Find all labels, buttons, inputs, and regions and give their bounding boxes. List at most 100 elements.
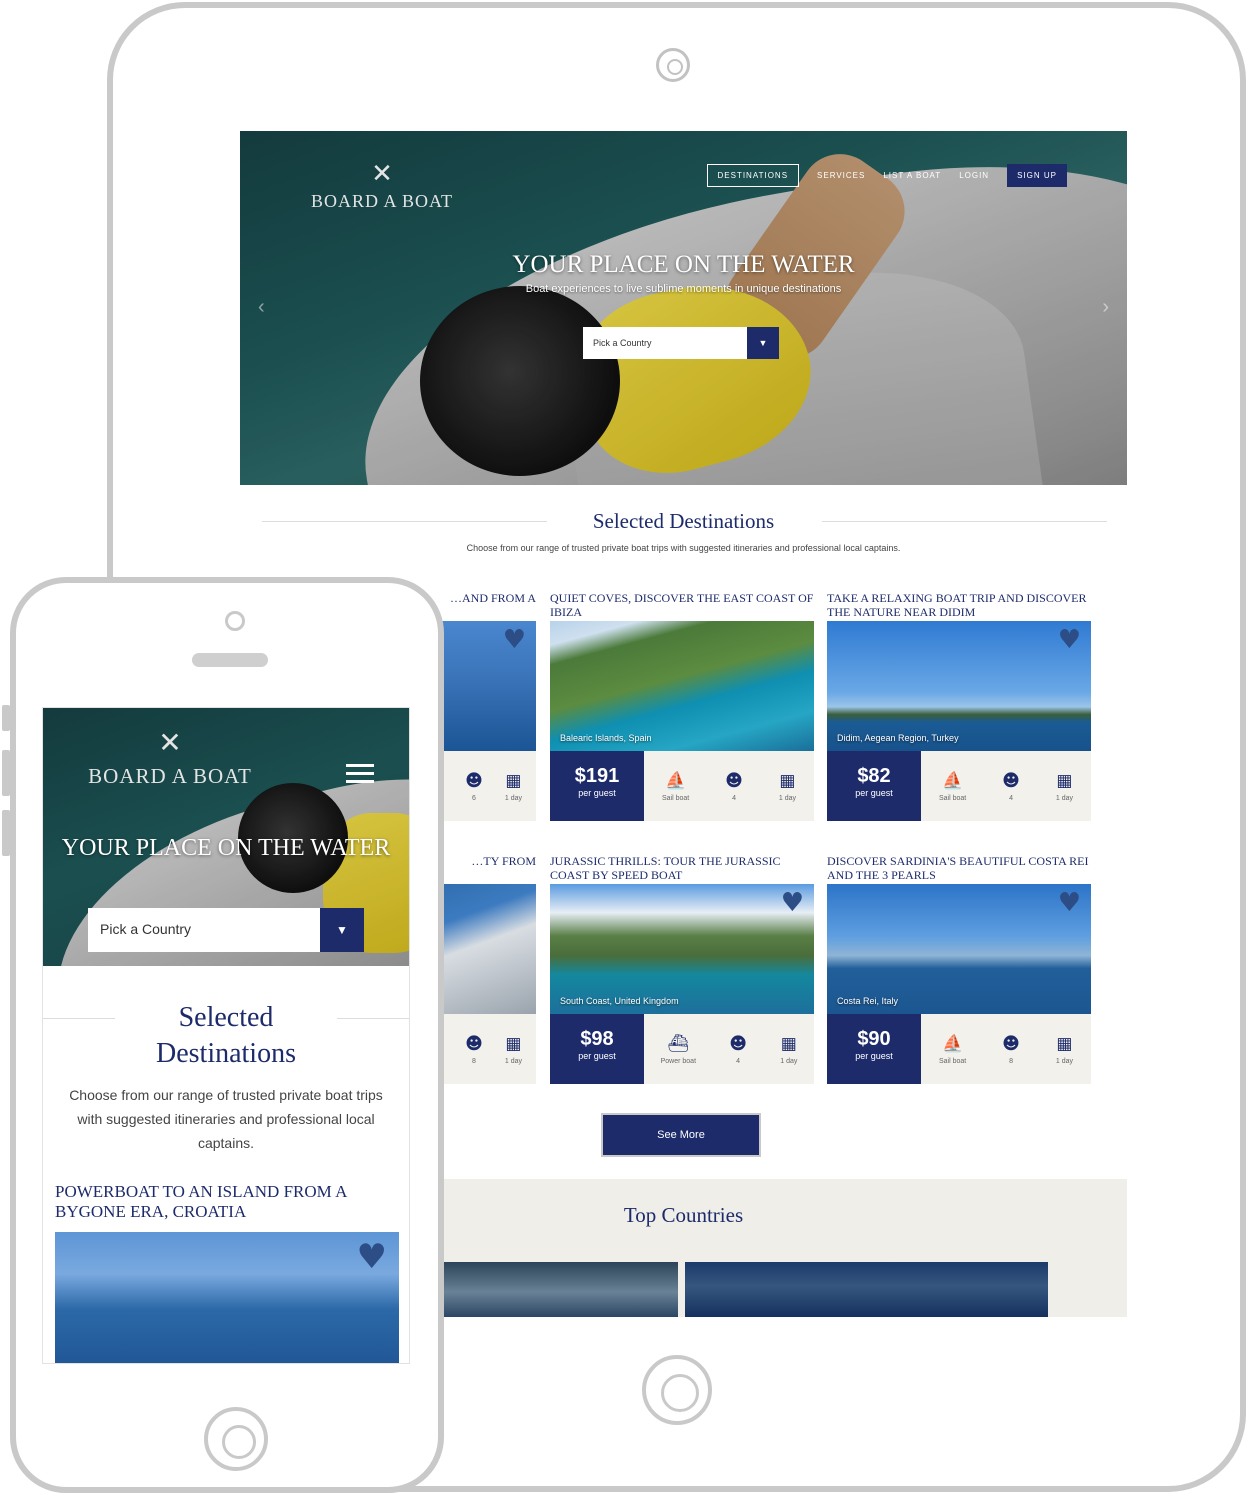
duration-feature: ▦ 1 day — [780, 1034, 797, 1065]
price-unit: per guest — [578, 1051, 616, 1061]
duration-feature: ▦ 1 day — [505, 1034, 522, 1065]
section-subtitle: Choose from our range of trusted private… — [466, 543, 901, 553]
price-box: $82 per guest — [827, 751, 921, 821]
feature-label: 4 — [732, 794, 736, 802]
card-features: ⛴ Power boat ☻ 4 ▦ 1 day — [644, 1014, 814, 1084]
captain-feature: ☻ 6 — [465, 771, 483, 802]
chevron-down-icon[interactable]: ▼ — [320, 908, 364, 952]
destination-card[interactable]: QUIET COVES, DISCOVER THE EAST COAST OF … — [550, 591, 814, 821]
powerboat-icon: ⛴ — [667, 1033, 690, 1054]
captain-icon: ☻ — [1002, 1033, 1020, 1054]
destination-card[interactable]: TAKE A RELAXING BOAT TRIP AND DISCOVER T… — [827, 591, 1091, 821]
captain-icon: ☻ — [465, 770, 483, 791]
duration-feature: ▦ 1 day — [505, 771, 522, 802]
phone-camera — [225, 611, 245, 631]
crossed-oars-icon: ✕ — [371, 159, 393, 189]
card-footer: $191 per guest ⛵ Sail boat ☻ 4 ▦ 1 day — [550, 751, 814, 821]
section-title: Selected Destinations — [592, 509, 775, 533]
feature-label: 1 day — [778, 794, 796, 802]
card-image[interactable]: ♥ South Coast, United Kingdom — [550, 884, 814, 1014]
feature-label: 1 day — [504, 1057, 522, 1065]
phone-home-button[interactable] — [204, 1407, 268, 1471]
duration-feature: ▦ 1 day — [779, 771, 796, 802]
country-select-placeholder: Pick a Country — [100, 921, 192, 937]
card-image[interactable]: ♥ Didim, Aegean Region, Turkey — [827, 621, 1091, 751]
feature-label: Power boat — [660, 1057, 697, 1065]
price-box: $98 per guest — [550, 1014, 644, 1084]
card-title[interactable]: TAKE A RELAXING BOAT TRIP AND DISCOVER T… — [827, 591, 1091, 621]
country-card[interactable] — [440, 1262, 678, 1317]
nav-list-a-boat[interactable]: LIST A BOAT — [883, 171, 941, 180]
feature-label: 1 day — [780, 1057, 798, 1065]
heart-icon[interactable]: ♥ — [781, 890, 804, 916]
logo-text: BOARD A BOAT — [88, 764, 252, 788]
feature-label: Sail boat — [661, 794, 690, 802]
feature-label: 8 — [1009, 1057, 1013, 1065]
captain-feature: ☻ 4 — [1002, 771, 1020, 802]
captain-icon: ☻ — [729, 1033, 747, 1054]
boat-type-feature: ⛵ Sail boat — [662, 771, 689, 802]
destination-card[interactable]: DISCOVER SARDINIA'S BEAUTIFUL COSTA REI … — [827, 854, 1091, 1084]
card-location: Didim, Aegean Region, Turkey — [837, 733, 959, 743]
nav-login[interactable]: LOGIN — [959, 171, 989, 180]
card-title[interactable]: JURASSIC THRILLS: TOUR THE JURASSIC COAS… — [550, 854, 814, 884]
see-more-button[interactable]: See More — [601, 1113, 761, 1157]
heart-icon[interactable]: ♥ — [1058, 627, 1081, 653]
logo[interactable]: ✕ BOARD A BOAT — [302, 161, 462, 212]
phone-mute-switch — [2, 705, 10, 731]
heart-icon[interactable]: ♥ — [503, 627, 526, 653]
hero-image: ✕ BOARD A BOAT DESTINATIONS SERVICES LIS… — [240, 131, 1127, 485]
country-card[interactable] — [685, 1262, 1048, 1317]
captain-feature: ☻ 8 — [1002, 1034, 1020, 1065]
nav-services[interactable]: SERVICES — [817, 171, 865, 180]
nav-destinations[interactable]: DESTINATIONS — [706, 164, 800, 187]
price-unit: per guest — [855, 1051, 893, 1061]
card-footer: $82 per guest ⛵ Sail boat ☻ 4 ▦ 1 day — [827, 751, 1091, 821]
price-value: $90 — [857, 1028, 891, 1050]
heart-icon[interactable]: ♥ — [357, 1240, 387, 1274]
tablet-home-button[interactable] — [642, 1355, 712, 1425]
phone-hero-image: ✕ BOARD A BOAT YOUR PLACE ON THE WATER P… — [43, 708, 409, 966]
destination-card[interactable]: JURASSIC THRILLS: TOUR THE JURASSIC COAS… — [550, 854, 814, 1084]
hamburger-menu-icon[interactable] — [346, 764, 374, 788]
phone-speaker — [192, 653, 268, 667]
feature-label: 1 day — [1055, 1057, 1073, 1065]
card-location: South Coast, United Kingdom — [560, 996, 679, 1006]
captain-feature: ☻ 8 — [465, 1034, 483, 1065]
main-nav: DESTINATIONS SERVICES LIST A BOAT LOGIN … — [706, 164, 1067, 187]
hero-title: YOUR PLACE ON THE WATER — [61, 835, 391, 861]
phone-volume-up — [2, 750, 10, 796]
sailboat-icon: ⛵ — [665, 770, 687, 791]
captain-feature: ☻ 4 — [729, 1034, 747, 1065]
price-box: $90 per guest — [827, 1014, 921, 1084]
card-title[interactable]: POWERBOAT TO AN ISLAND FROM A BYGONE ERA… — [55, 1182, 395, 1222]
country-select[interactable]: Pick a Country ▼ — [583, 327, 779, 359]
price-unit: per guest — [578, 788, 616, 798]
logo[interactable]: ✕ BOARD A BOAT — [75, 728, 265, 789]
carousel-next-icon[interactable]: › — [1102, 296, 1109, 319]
feature-label: 8 — [472, 1057, 476, 1065]
carousel-prev-icon[interactable]: ‹ — [258, 296, 265, 319]
calendar-icon: ▦ — [505, 770, 522, 791]
card-image[interactable]: Balearic Islands, Spain — [550, 621, 814, 751]
captain-icon: ☻ — [1002, 770, 1020, 791]
chevron-down-icon[interactable]: ▼ — [747, 327, 779, 359]
card-features: ⛵ Sail boat ☻ 4 ▦ 1 day — [921, 751, 1091, 821]
country-select[interactable]: Pick a Country ▼ — [88, 908, 364, 952]
nav-signup-button[interactable]: SIGN UP — [1007, 164, 1067, 187]
duration-feature: ▦ 1 day — [1056, 771, 1073, 802]
feature-label: 4 — [1009, 794, 1013, 802]
price-unit: per guest — [855, 788, 893, 798]
feature-label: 1 day — [504, 794, 522, 802]
calendar-icon: ▦ — [780, 1033, 797, 1054]
section-title: Selected Destinations — [156, 1002, 296, 1069]
card-title[interactable]: DISCOVER SARDINIA'S BEAUTIFUL COSTA REI … — [827, 854, 1091, 884]
captain-icon: ☻ — [725, 770, 743, 791]
card-location: Costa Rei, Italy — [837, 996, 899, 1006]
card-image[interactable]: ♥ — [55, 1232, 399, 1363]
heart-icon[interactable]: ♥ — [1058, 890, 1081, 916]
feature-label: Sail boat — [938, 1057, 967, 1065]
calendar-icon: ▦ — [505, 1033, 522, 1054]
card-image[interactable]: ♥ Costa Rei, Italy — [827, 884, 1091, 1014]
card-title[interactable]: QUIET COVES, DISCOVER THE EAST COAST OF … — [550, 591, 814, 621]
